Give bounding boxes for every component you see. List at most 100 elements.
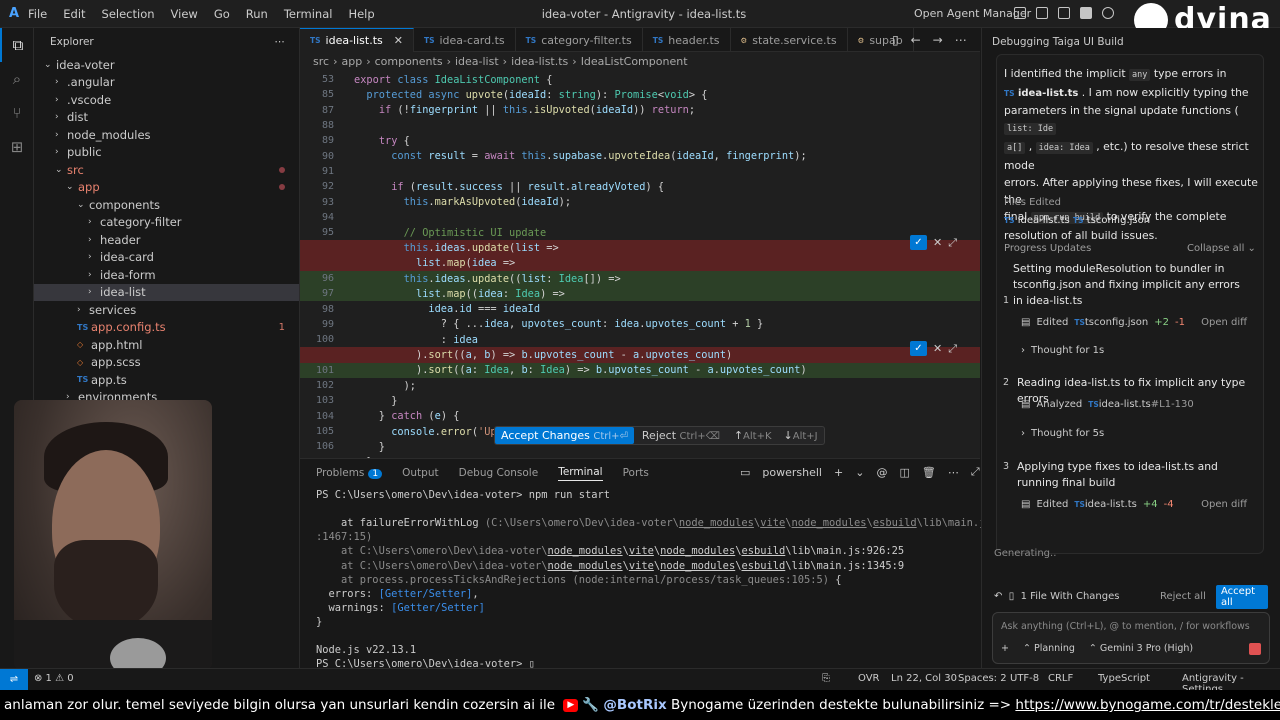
accept-changes-button[interactable]: Accept Changes Ctrl+⏎ <box>495 427 634 444</box>
problems-status[interactable]: ⊗ 1 ⚠ 0 <box>34 673 74 684</box>
tab-ports[interactable]: Ports <box>623 467 649 479</box>
tree-item[interactable]: ⌄ idea-voter <box>34 56 299 74</box>
breadcrumb-item[interactable]: idea-list <box>455 55 499 68</box>
tree-item[interactable]: ◇ app.html <box>34 336 299 354</box>
menu-view[interactable]: View <box>171 7 198 21</box>
more-actions-icon[interactable]: ⋯ <box>275 36 286 48</box>
menu-help[interactable]: Help <box>348 7 374 21</box>
more-actions-icon[interactable]: ⋯ <box>948 466 959 479</box>
menu-go[interactable]: Go <box>214 7 230 21</box>
split-editor-icon[interactable]: ▯ <box>892 33 899 47</box>
tree-item[interactable]: › header <box>34 231 299 249</box>
search-icon[interactable]: ⌕ <box>0 62 34 96</box>
menu-terminal[interactable]: Terminal <box>284 7 333 21</box>
toggle-panel-icon[interactable] <box>1058 7 1070 19</box>
tab-debug-console[interactable]: Debug Console <box>459 467 539 479</box>
changes-count[interactable]: 1 File With Changes <box>1021 591 1120 602</box>
accept-hunk-button[interactable]: ✓ <box>910 235 927 250</box>
mode-selector[interactable]: ⌃ Planning <box>1023 643 1075 654</box>
menu-edit[interactable]: Edit <box>63 7 85 21</box>
tab-problems[interactable]: Problems 1 <box>316 467 383 479</box>
mention-icon[interactable]: @ <box>876 466 887 479</box>
menu-file[interactable]: File <box>28 7 47 21</box>
breadcrumb-item[interactable]: components <box>375 55 443 68</box>
stop-generation-button[interactable] <box>1249 643 1261 655</box>
prev-change-button[interactable]: ↓Alt+J <box>778 429 824 442</box>
accept-all-button[interactable]: Accept all <box>1216 584 1268 609</box>
toggle-sidebar-icon[interactable] <box>1036 7 1048 19</box>
thought-toggle[interactable]: › Thought for 5s <box>1021 428 1255 439</box>
breadcrumb-item[interactable]: IdeaListComponent <box>581 55 688 68</box>
cursor-position[interactable]: Ln 22, Col 30 <box>891 673 957 684</box>
tab-terminal[interactable]: Terminal <box>558 466 603 481</box>
maximize-panel-icon[interactable]: ⤢ <box>971 465 980 479</box>
file-link[interactable]: TStsconfig.json <box>1074 317 1148 328</box>
tab-header[interactable]: TS header.ts <box>643 28 731 52</box>
breadcrumb-item[interactable]: idea-list.ts <box>511 55 568 68</box>
tab-idea-card[interactable]: TS idea-card.ts <box>414 28 516 52</box>
edited-file-chip[interactable]: TS idea-list.ts <box>1004 215 1070 226</box>
extensions-icon[interactable]: ⊞ <box>0 130 34 164</box>
tree-item[interactable]: › .angular <box>34 74 299 92</box>
breadcrumb-item[interactable]: app <box>341 55 362 68</box>
file-link[interactable]: TSidea-list.ts <box>1074 499 1137 510</box>
arrow-right-icon[interactable]: → <box>933 33 943 47</box>
breadcrumb-item[interactable]: src <box>313 55 329 68</box>
arrow-left-icon[interactable]: ← <box>911 33 921 47</box>
source-control-icon[interactable]: ⑂ <box>0 96 34 130</box>
tree-item[interactable]: › idea-form <box>34 266 299 284</box>
toggle-secondary-sidebar-icon[interactable] <box>1080 7 1092 19</box>
tree-item[interactable]: ⌄ components <box>34 196 299 214</box>
tab-state-service[interactable]: ⚙ state.service.ts <box>731 28 848 52</box>
close-icon[interactable]: ✕ <box>394 34 403 47</box>
model-selector[interactable]: ⌃ Gemini 3 Pro (High) <box>1089 643 1193 654</box>
tab-output[interactable]: Output <box>402 467 438 479</box>
menu-selection[interactable]: Selection <box>102 7 155 21</box>
search-icon[interactable] <box>1102 7 1114 19</box>
indentation[interactable]: Spaces: 2 <box>958 673 1007 684</box>
explorer-icon[interactable]: ⧉ <box>0 28 34 62</box>
tree-item[interactable]: ◇ app.scss <box>34 354 299 372</box>
reject-button[interactable]: Reject Ctrl+⌫ <box>634 429 728 442</box>
reject-hunk-icon[interactable]: ✕ <box>933 342 942 355</box>
expand-icon[interactable]: ⤢ <box>948 342 957 356</box>
more-actions-icon[interactable]: ⋯ <box>955 33 967 47</box>
tree-item[interactable]: › services <box>34 301 299 319</box>
split-terminal-icon[interactable]: ◫ <box>899 466 909 479</box>
tree-item[interactable]: TS app.config.ts 1 <box>34 319 299 337</box>
tree-item[interactable]: › public <box>34 144 299 162</box>
tree-item[interactable]: › idea-card <box>34 249 299 267</box>
code-editor[interactable]: 53 export class IdeaListComponent {85 pro… <box>300 70 980 458</box>
tab-idea-list[interactable]: TS idea-list.ts ✕ <box>300 28 414 52</box>
reject-hunk-icon[interactable]: ✕ <box>933 236 942 249</box>
tree-item[interactable]: › dist <box>34 109 299 127</box>
language-mode[interactable]: TypeScript <box>1098 673 1150 684</box>
tree-item[interactable]: › node_modules <box>34 126 299 144</box>
new-terminal-icon[interactable]: + <box>834 466 843 479</box>
overwrite-mode[interactable]: OVR <box>858 673 879 684</box>
open-diff-button[interactable]: Open diff <box>1201 317 1247 328</box>
next-change-button[interactable]: ↑Alt+K <box>728 429 778 442</box>
line-ending[interactable]: CRLF <box>1048 673 1073 684</box>
tree-item[interactable]: › category-filter <box>34 214 299 232</box>
thought-toggle[interactable]: › Thought for 1s <box>1021 345 1255 356</box>
menu-run[interactable]: Run <box>246 7 268 21</box>
add-context-icon[interactable]: + <box>1001 643 1009 654</box>
collapse-all-button[interactable]: Collapse all ⌄ <box>1187 243 1256 254</box>
tree-item[interactable]: ⌄ app <box>34 179 299 197</box>
tree-item[interactable]: ⌄ src <box>34 161 299 179</box>
tree-item[interactable]: TS app.ts <box>34 371 299 389</box>
tab-category-filter[interactable]: TS category-filter.ts <box>516 28 643 52</box>
open-diff-button[interactable]: Open diff <box>1201 499 1247 510</box>
chevron-down-icon[interactable]: ⌄ <box>855 466 864 479</box>
agent-chat-input[interactable]: Ask anything (Ctrl+L), @ to mention, / f… <box>992 612 1270 664</box>
shell-name[interactable]: powershell <box>762 466 822 479</box>
history-icon[interactable]: ↶ <box>994 591 1002 602</box>
expand-icon[interactable]: ⤢ <box>948 236 957 250</box>
tree-item[interactable]: › .vscode <box>34 91 299 109</box>
trash-icon[interactable]: 🗑 <box>922 466 936 479</box>
bell-icon[interactable]: ⎘ <box>822 673 830 684</box>
tree-item[interactable]: › idea-list <box>34 283 299 301</box>
reject-all-button[interactable]: Reject all <box>1160 591 1206 602</box>
edited-file-chip[interactable]: TS tsconfig.json <box>1073 215 1150 226</box>
